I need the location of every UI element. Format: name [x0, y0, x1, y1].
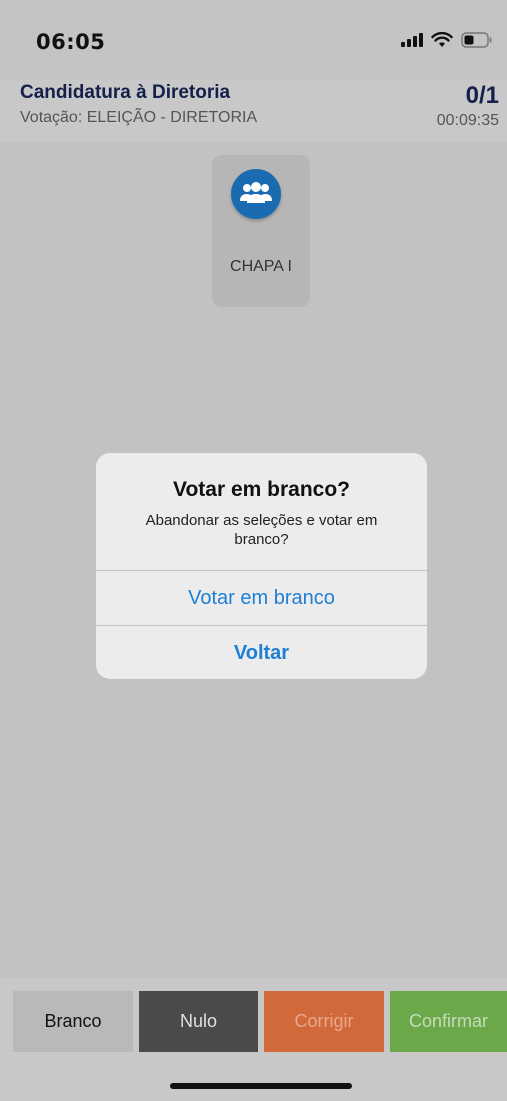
voting-subtitle: Votação: ELEIÇÃO - DIRETORIA [20, 109, 258, 126]
group-icon [231, 169, 281, 219]
vote-counter: 0/1 [465, 82, 499, 109]
voting-header: Candidatura à Diretoria Votação: ELEIÇÃO… [0, 80, 507, 142]
wifi-icon [431, 32, 453, 47]
back-button[interactable]: Voltar [96, 626, 427, 679]
battery-icon [461, 32, 492, 48]
dialog-message: Abandonar as seleções e votar em branco? [145, 512, 378, 548]
blank-vote-dialog: Votar em branco? Abandonar as seleções e… [96, 453, 427, 679]
status-time: 06:05 [36, 30, 106, 54]
nulo-button[interactable]: Nulo [139, 991, 258, 1052]
confirmar-button[interactable]: Confirmar [390, 991, 507, 1052]
candidate-card-chapa-i[interactable]: CHAPA I [212, 155, 310, 307]
branco-button[interactable]: Branco [13, 991, 133, 1052]
countdown-timer: 00:09:35 [436, 112, 499, 129]
system-icons [401, 32, 493, 48]
corrigir-button[interactable]: Corrigir [264, 991, 384, 1052]
candidate-label: CHAPA I [230, 258, 292, 275]
cellular-signal-icon [401, 33, 423, 47]
page-title: Candidatura à Diretoria [20, 82, 231, 103]
home-indicator[interactable] [170, 1083, 352, 1089]
confirm-blank-vote-button[interactable]: Votar em branco [96, 571, 427, 625]
dialog-title: Votar em branco? [173, 478, 350, 501]
status-bar: 06:05 [0, 0, 507, 80]
